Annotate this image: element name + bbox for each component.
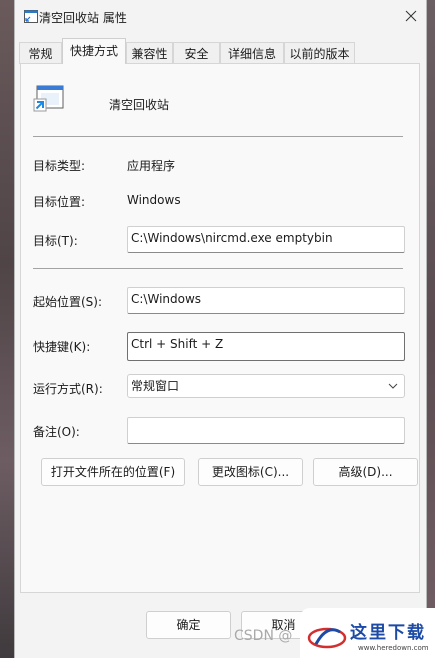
logo-text: 这里下载: [350, 623, 426, 643]
separator: [33, 136, 403, 137]
shortcut-tab-panel: 清空回收站 目标类型: 应用程序 目标位置: Windows 目标(T): C:…: [20, 63, 420, 593]
tab-general[interactable]: 常规: [19, 42, 62, 64]
chevron-down-icon: [388, 383, 398, 389]
logo-swoosh-icon: [307, 627, 347, 649]
start-in-label: 起始位置(S):: [33, 295, 103, 309]
close-button[interactable]: [399, 4, 423, 28]
target-location-value: Windows: [127, 193, 181, 207]
advanced-button[interactable]: 高级(D)...: [313, 458, 418, 486]
csdn-watermark: CSDN @: [234, 628, 293, 644]
tab-security[interactable]: 安全: [173, 42, 220, 64]
properties-dialog: 清空回收站 属性 常规 快捷方式 兼容性 安全 详细信息 以前的版本 清空回收站…: [14, 0, 427, 658]
shortcut-app-icon: [24, 10, 38, 23]
tab-previous-versions[interactable]: 以前的版本: [284, 42, 355, 64]
target-type-label: 目标类型:: [33, 159, 86, 173]
logo-url: www.heredown.com: [358, 644, 429, 652]
target-location-label: 目标位置:: [33, 195, 86, 209]
ok-button[interactable]: 确定: [146, 611, 231, 639]
shortcut-large-icon: [33, 85, 64, 112]
hotkey-input[interactable]: Ctrl + Shift + Z: [127, 332, 405, 361]
title-bar[interactable]: 清空回收站 属性: [15, 0, 426, 34]
run-mode-value: 常规窗口: [131, 379, 180, 393]
change-icon-button[interactable]: 更改图标(C)...: [198, 458, 303, 486]
target-type-value: 应用程序: [127, 159, 176, 173]
comment-input[interactable]: [127, 417, 405, 444]
target-input[interactable]: C:\Windows\nircmd.exe emptybin: [127, 226, 405, 253]
run-mode-select[interactable]: 常规窗口: [127, 374, 405, 398]
target-label: 目标(T):: [33, 234, 78, 248]
separator: [33, 268, 403, 269]
start-in-input[interactable]: C:\Windows: [127, 287, 405, 314]
shortcut-name: 清空回收站: [109, 98, 170, 112]
tab-shortcut[interactable]: 快捷方式: [62, 38, 126, 64]
run-label: 运行方式(R):: [33, 382, 103, 396]
tab-compatibility[interactable]: 兼容性: [126, 42, 173, 64]
tab-details[interactable]: 详细信息: [220, 42, 284, 64]
desktop-background-left: [0, 0, 14, 658]
close-icon: [405, 10, 417, 22]
hotkey-label: 快捷键(K):: [33, 340, 91, 354]
open-file-location-button[interactable]: 打开文件所在的位置(F): [41, 458, 185, 486]
tab-strip: 常规 快捷方式 兼容性 安全 详细信息 以前的版本: [15, 38, 426, 64]
comment-label: 备注(O):: [33, 425, 80, 439]
window-title: 清空回收站 属性: [39, 11, 127, 25]
site-logo: 这里下载 www.heredown.com: [300, 608, 435, 658]
